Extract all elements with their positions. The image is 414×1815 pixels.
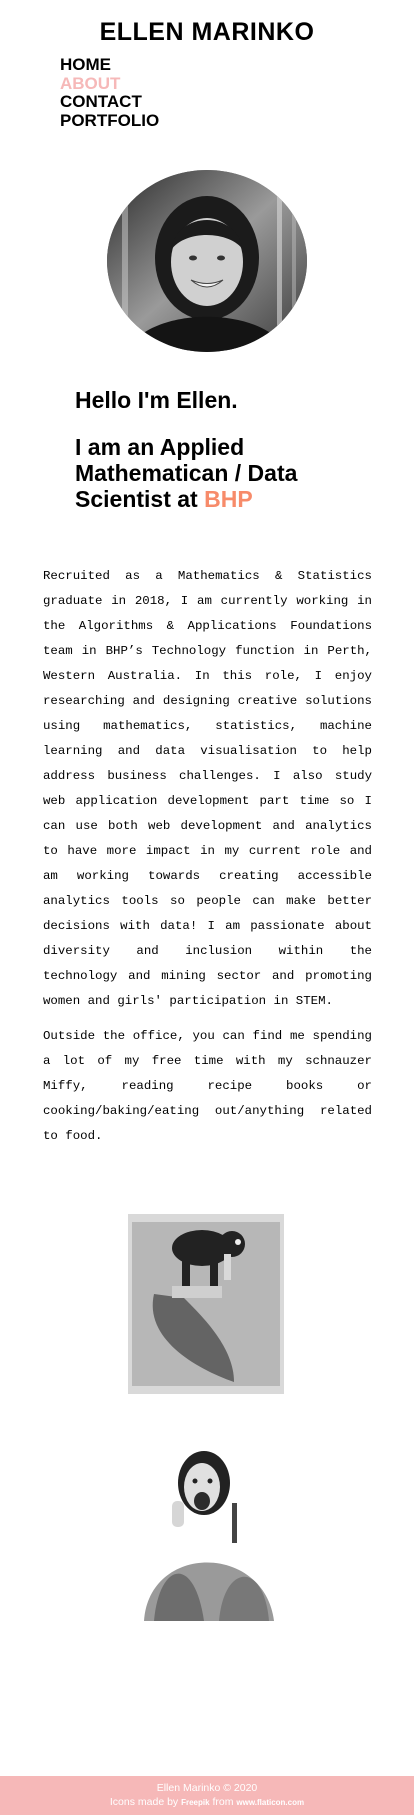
site-footer: Ellen Marinko © 2020 Icons made by Freep… [0, 1776, 414, 1815]
freepik-link[interactable]: Freepik [181, 1798, 209, 1807]
bio-paragraph: Outside the office, you can find me spen… [43, 1029, 372, 1143]
role-heading: I am an Applied Mathematican / Data Scie… [75, 434, 375, 512]
nav-contact[interactable]: CONTACT [60, 92, 159, 112]
bio-paragraph: Recruited as a Mathematics & Statistics … [43, 569, 372, 1008]
main-nav: HOME ABOUT CONTACT PORTFOLIO [60, 55, 159, 131]
nav-about[interactable]: ABOUT [60, 74, 159, 94]
nav-portfolio[interactable]: PORTFOLIO [60, 111, 159, 131]
credit-prefix: Icons made by [109, 1796, 182, 1808]
intro-section: Hello I'm Ellen. I am an Applied Mathema… [75, 387, 375, 512]
nav-home[interactable]: HOME [60, 55, 159, 75]
bio-section: Recruited as a Mathematics & Statistics … [43, 564, 372, 1159]
copyright-text: Ellen Marinko © 2020 [156, 1782, 258, 1794]
greeting-heading: Hello I'm Ellen. [75, 387, 238, 413]
woman-photo [124, 1443, 288, 1621]
dog-photo [124, 1208, 318, 1398]
employer-highlight: BHP [204, 486, 253, 512]
site-title: ELLEN MARINKO [99, 18, 315, 46]
flaticon-link[interactable]: www.flaticon.com [236, 1798, 304, 1807]
credit-middle: from [209, 1796, 237, 1808]
icon-credit: Icons made by Freepik from www.flaticon.… [0, 1795, 414, 1810]
profile-photo [107, 170, 307, 352]
role-text: I am an Applied Mathematican / Data Scie… [75, 434, 298, 512]
